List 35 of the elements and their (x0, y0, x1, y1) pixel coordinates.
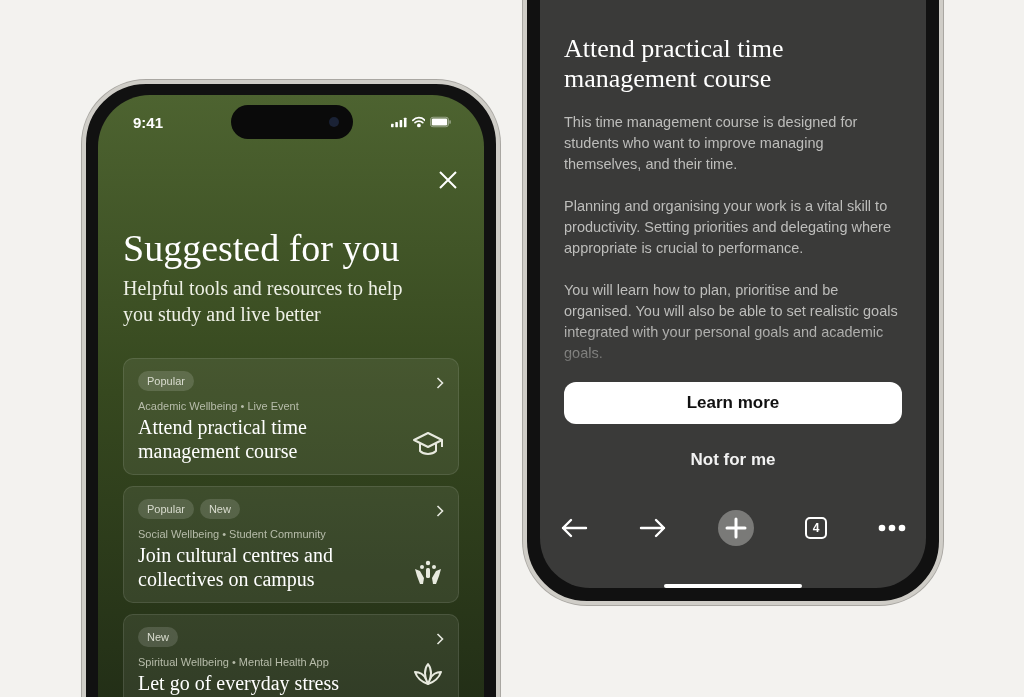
chevron-right-icon (436, 633, 444, 645)
wifi-icon (411, 116, 426, 128)
battery-icon (430, 116, 451, 128)
not-for-me-button[interactable]: Not for me (682, 445, 784, 474)
course-description: Planning and organising your work is a vital skill to productivity. Setting priorities and delegating where appropriate is crucial to performance. (564, 197, 892, 258)
suggestion-card[interactable]: Popular Academic Wellbeing • Live Event Attend practical time management course (123, 358, 459, 475)
tag-chip: New (138, 627, 178, 647)
suggestion-card[interactable]: New Spiritual Wellbeing • Mental Health App Let go of everyday stress (123, 614, 459, 697)
plus-icon[interactable] (718, 509, 754, 546)
course-description: This time management course is designed for students who want to improve managing themselves, and their time. (564, 113, 859, 174)
close-icon[interactable] (437, 169, 459, 191)
card-category: Spiritual Wellbeing • Mental Health App (138, 655, 330, 669)
tag-chip: Popular (138, 499, 194, 519)
tab-count-button[interactable]: 4 (805, 516, 827, 539)
screen-subheading: Helpful tools and resources to help you study and live better (123, 276, 404, 327)
chevron-right-icon (436, 505, 444, 517)
card-title: Join cultural centres and collectives on campus (138, 543, 334, 591)
status-time: 9:41 (133, 113, 165, 131)
camera-icon (329, 117, 339, 127)
signal-icon (391, 116, 407, 128)
more-dots-icon[interactable] (878, 523, 906, 532)
card-title: Attend practical time management course (138, 415, 308, 463)
course-description: You will learn how to plan, prioritise and be organised. You will also be able to set realistic goals integrated with your personal goals and academic goals. (564, 281, 899, 363)
card-category: Academic Wellbeing • Live Event (138, 399, 300, 413)
card-title: Let go of everyday stress (138, 671, 341, 695)
suggestion-card[interactable]: Popular New Social Wellbeing • Student Community Join cultural centres and collectives on campus (123, 486, 459, 603)
card-category: Social Wellbeing • Student Community (138, 527, 327, 541)
course-title: Attend practical time management course (564, 34, 785, 94)
learn-more-button[interactable]: Learn more (564, 382, 902, 424)
tag-chip: Popular (138, 371, 194, 391)
screen-heading: Suggested for you (123, 226, 401, 271)
back-arrow-icon[interactable] (560, 516, 588, 539)
tag-chip: New (199, 499, 240, 519)
forward-arrow-icon[interactable] (639, 516, 667, 539)
chevron-right-icon (436, 377, 444, 389)
